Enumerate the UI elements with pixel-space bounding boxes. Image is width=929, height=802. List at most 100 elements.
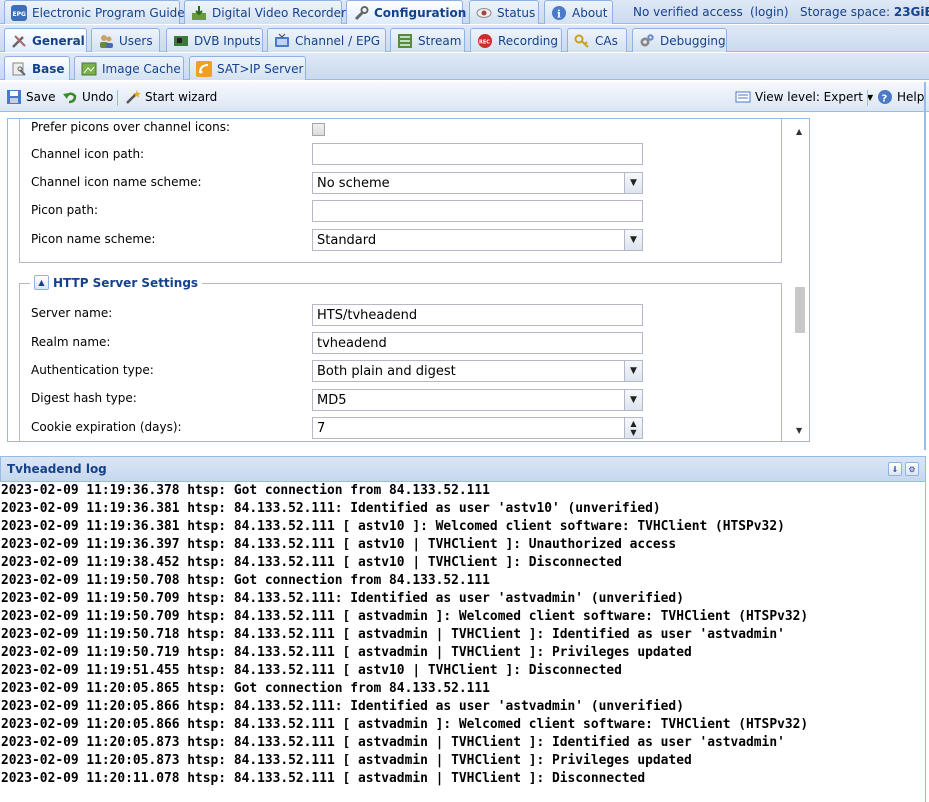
start-wizard-button[interactable]: Start wizard — [125, 88, 217, 106]
channel-icon-scheme-value: No scheme — [317, 175, 390, 191]
tab-label: Debugging — [660, 33, 726, 48]
tools-icon — [11, 33, 27, 49]
config-tab-bar: General Users DVB Inputs Channel / EPG S… — [0, 25, 929, 52]
log-line: 2023-02-09 11:20:11.078 htsp: 84.133.52.… — [1, 771, 646, 786]
undo-button[interactable]: Undo — [62, 88, 113, 106]
tab-label: Image Cache — [102, 61, 181, 76]
tab-stream[interactable]: Stream — [390, 28, 465, 52]
channel-icon-path-input[interactable] — [312, 143, 643, 165]
tab-label: Recording — [498, 33, 559, 48]
log-line: 2023-02-09 11:20:05.865 htsp: Got connec… — [1, 681, 490, 696]
scroll-down-icon[interactable]: ▼ — [796, 426, 802, 435]
main-tab-bar: EPG Electronic Program Guide Digital Vid… — [0, 0, 929, 24]
digest-hash-label: Digest hash type: — [31, 391, 137, 405]
eye-icon — [476, 5, 492, 21]
tab-label: Base — [32, 61, 65, 76]
expand-icon[interactable]: ⇓ — [888, 462, 902, 476]
help-button[interactable]: ? Help — [877, 88, 924, 106]
help-icon: ? — [877, 89, 893, 105]
channel-icon-scheme-select[interactable]: No scheme ▼ — [312, 172, 643, 194]
tab-label: Status — [497, 5, 536, 20]
prefer-picons-checkbox[interactable] — [312, 123, 325, 136]
cookie-expiration-label: Cookie expiration (days): — [31, 420, 182, 434]
tab-channel-epg[interactable]: Channel / EPG — [267, 28, 386, 52]
cookie-expiration-input[interactable]: 7 ▲ ▼ — [312, 417, 643, 439]
tab-satip-server[interactable]: SAT>IP Server — [189, 56, 306, 80]
picon-scheme-value: Standard — [317, 232, 377, 248]
tab-label: General — [32, 33, 85, 48]
view-level-dropdown[interactable]: View level: Expert ▼ — [735, 88, 873, 106]
tab-about[interactable]: i About — [544, 0, 613, 24]
storage-value: 23GiB/ — [893, 5, 929, 19]
svg-text:i: i — [557, 9, 561, 20]
log-line: 2023-02-09 11:19:50.719 htsp: 84.133.52.… — [1, 645, 692, 660]
tv-icon — [274, 33, 290, 49]
save-label: Save — [26, 90, 56, 104]
svg-text:?: ? — [882, 94, 888, 105]
spinner-icon[interactable]: ▲ ▼ — [624, 418, 642, 438]
login-link[interactable]: (login) — [750, 0, 789, 24]
tab-recording[interactable]: REC Recording — [470, 28, 562, 52]
tab-label: Stream — [418, 33, 462, 48]
realm-name-input[interactable]: tvheadend — [312, 332, 643, 354]
server-name-input[interactable]: HTS/tvheadend — [312, 304, 643, 326]
tab-dvb-inputs[interactable]: DVB Inputs — [166, 28, 263, 52]
collapse-icon[interactable]: ▲ — [34, 275, 49, 290]
storage-space: Storage space: 23GiB/ — [800, 0, 929, 24]
form-scrollbar[interactable]: ▲ ▼ — [791, 119, 809, 441]
image-cache-icon — [81, 61, 97, 77]
access-status: No verified access — [633, 5, 743, 19]
chevron-down-icon[interactable]: ▼ — [624, 230, 642, 250]
log-output: 2023-02-09 11:19:36.378 htsp: Got connec… — [0, 482, 926, 802]
chevron-down-icon[interactable]: ▼ — [624, 173, 642, 193]
settings-icon[interactable]: ⚙ — [905, 462, 919, 476]
tab-general[interactable]: General — [4, 28, 87, 52]
chevron-down-icon[interactable]: ▼ — [624, 390, 642, 410]
help-label: Help — [897, 90, 925, 104]
log-title: Tvheadend log — [7, 462, 107, 476]
tab-configuration[interactable]: Configuration — [346, 0, 466, 24]
tab-digital-video-recorder[interactable]: Digital Video Recorder — [184, 0, 346, 24]
log-line: 2023-02-09 11:20:05.873 htsp: 84.133.52.… — [1, 735, 785, 750]
scrollbar-thumb[interactable] — [795, 287, 805, 333]
log-line: 2023-02-09 11:19:36.378 htsp: Got connec… — [1, 483, 490, 498]
tab-cas[interactable]: CAs — [567, 28, 627, 52]
tab-image-cache[interactable]: Image Cache — [74, 56, 184, 80]
realm-name-label: Realm name: — [31, 335, 111, 349]
wrench-icon — [353, 5, 369, 21]
tab-label: DVB Inputs — [194, 33, 261, 48]
log-line: 2023-02-09 11:19:36.381 htsp: 84.133.52.… — [1, 501, 661, 516]
key-icon — [574, 33, 590, 49]
picon-path-input[interactable] — [312, 200, 643, 222]
satellite-icon — [196, 60, 212, 77]
digest-hash-value: MD5 — [317, 392, 347, 408]
auth-type-select[interactable]: Both plain and digest ▼ — [312, 360, 643, 382]
tab-electronic-program-guide[interactable]: EPG Electronic Program Guide — [4, 0, 185, 24]
save-button[interactable]: Save — [6, 88, 55, 106]
log-line: 2023-02-09 11:19:50.709 htsp: 84.133.52.… — [1, 591, 684, 606]
picon-path-label: Picon path: — [31, 203, 98, 217]
http-server-legend: ▲ HTTP Server Settings — [30, 275, 203, 290]
channel-icon-path-label: Channel icon path: — [31, 147, 145, 161]
tab-base[interactable]: Base — [4, 56, 70, 80]
tab-debugging[interactable]: Debugging — [632, 28, 727, 52]
base-config-icon — [11, 61, 27, 77]
storage-label: Storage space: — [800, 5, 891, 19]
log-line: 2023-02-09 11:20:05.866 htsp: 84.133.52.… — [1, 699, 684, 714]
picon-scheme-select[interactable]: Standard ▼ — [312, 229, 643, 251]
tab-status[interactable]: Status — [469, 0, 539, 24]
log-line: 2023-02-09 11:20:05.873 htsp: 84.133.52.… — [1, 753, 692, 768]
tab-label: Channel / EPG — [295, 33, 381, 48]
log-line: 2023-02-09 11:19:50.708 htsp: Got connec… — [1, 573, 490, 588]
prefer-picons-label: Prefer picons over channel icons: — [31, 120, 231, 134]
chevron-down-icon[interactable]: ▼ — [624, 361, 642, 381]
wand-icon — [125, 89, 141, 105]
tab-users[interactable]: Users — [91, 28, 160, 52]
tab-label: Users — [119, 33, 153, 48]
panel-right-border — [924, 82, 926, 450]
cookie-expiration-value: 7 — [317, 420, 326, 436]
scroll-up-icon[interactable]: ▲ — [796, 127, 802, 136]
digest-hash-select[interactable]: MD5 ▼ — [312, 389, 643, 411]
log-line: 2023-02-09 11:19:50.709 htsp: 84.133.52.… — [1, 609, 809, 624]
channel-icon-scheme-label: Channel icon name scheme: — [31, 175, 202, 189]
